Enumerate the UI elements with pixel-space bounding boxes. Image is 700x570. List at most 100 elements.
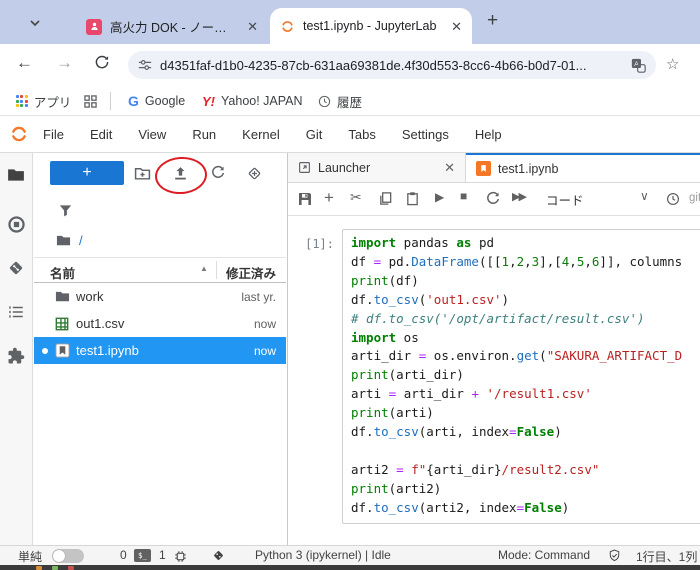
menu-help[interactable]: Help xyxy=(475,127,502,142)
folder-file-icon xyxy=(54,289,70,305)
tab-notebook[interactable]: test1.ipynb xyxy=(466,153,700,182)
code-cell[interactable]: import pandas as pd df = pd.DataFrame([[1… xyxy=(342,229,700,524)
menu-git[interactable]: Git xyxy=(306,127,323,142)
kernel-sessions-icon[interactable] xyxy=(174,550,187,563)
menu-kernel[interactable]: Kernel xyxy=(242,127,280,142)
menu-settings[interactable]: Settings xyxy=(402,127,449,142)
code-line: print(df) xyxy=(351,272,419,288)
menu-tabs[interactable]: Tabs xyxy=(348,127,375,142)
running-indicator-dot xyxy=(42,347,48,354)
trust-shield-icon[interactable] xyxy=(608,549,621,562)
browser-tab-jupyterlab[interactable]: test1.ipynb - JupyterLab ✕ xyxy=(270,8,472,44)
close-tab-icon[interactable]: ✕ xyxy=(444,160,455,176)
chevron-down-icon[interactable]: ∨ xyxy=(640,189,649,203)
file-name: test1.ipynb xyxy=(76,343,139,358)
new-folder-button[interactable] xyxy=(134,165,152,183)
address-bar[interactable]: d4351faf-d1b0-4235-87cb-631aa69381de.4f3… xyxy=(128,51,656,79)
new-launcher-button[interactable]: + xyxy=(50,161,124,185)
apps-grid-icon xyxy=(16,95,28,107)
bookmark-apps[interactable]: アプリ xyxy=(16,86,71,116)
git-sidebar-icon[interactable] xyxy=(7,259,27,279)
execution-history-icon[interactable] xyxy=(666,192,683,209)
git-status-icon[interactable] xyxy=(212,549,225,562)
running-sessions-icon[interactable] xyxy=(7,215,27,235)
menu-file[interactable]: File xyxy=(43,127,64,142)
bookmark-label: Google xyxy=(144,94,186,108)
launcher-icon xyxy=(299,162,310,173)
tab-search-chevron-icon[interactable] xyxy=(24,13,46,33)
clock-icon xyxy=(318,95,331,107)
git-status-label: git xyxy=(689,192,700,204)
code-editor[interactable]: import pandas as pd df = pd.DataFrame([[1… xyxy=(351,234,700,518)
status-bar: 単純 0 $_ 1 Python 3 (ipykernel) | Idle Mo… xyxy=(0,545,700,565)
file-name: work xyxy=(76,289,104,304)
git-clone-button[interactable] xyxy=(246,165,264,183)
tab-launcher[interactable]: Launcher ✕ xyxy=(288,153,466,182)
restart-run-all-icon[interactable]: ▶▶ xyxy=(512,190,527,203)
simple-mode-toggle[interactable] xyxy=(52,549,84,563)
bookmark-google[interactable]: G Google xyxy=(128,86,185,116)
run-cell-icon[interactable]: ▶ xyxy=(435,190,444,204)
kernel-status[interactable]: Python 3 (ipykernel) | Idle xyxy=(255,548,391,562)
bookmark-label: 履歴 xyxy=(337,95,363,110)
file-row-test1.ipynb[interactable]: test1.ipynb now xyxy=(34,337,286,364)
interrupt-kernel-icon[interactable]: ■ xyxy=(460,189,467,203)
jupyterlab-main: + / 名前 ▲ 修正済み work last yr. out1.csv now… xyxy=(0,153,700,545)
menu-view[interactable]: View xyxy=(138,127,166,142)
simple-mode-label: 単純 xyxy=(18,550,43,564)
menu-edit[interactable]: Edit xyxy=(90,127,112,142)
code-line: df.to_csv('out1.csv') xyxy=(351,291,510,307)
site-settings-icon[interactable] xyxy=(138,58,152,72)
code-line: import os xyxy=(351,329,419,345)
copy-cell-icon[interactable] xyxy=(378,191,395,208)
reload-button[interactable] xyxy=(94,54,110,70)
left-activity-bar xyxy=(0,153,33,545)
menu-run[interactable]: Run xyxy=(192,127,216,142)
dok-favicon xyxy=(86,18,102,35)
google-icon: G xyxy=(128,93,139,109)
add-cell-icon[interactable]: + xyxy=(324,188,334,208)
notebook-icon xyxy=(476,161,491,176)
home-folder-icon[interactable] xyxy=(56,233,71,248)
bookmark-history[interactable]: 履歴 xyxy=(318,86,362,116)
screenshot-root: 高火力 DOK - ノートブック ✕ test1.ipynb - Jupyter… xyxy=(0,0,700,570)
translate-icon[interactable]: A xyxy=(631,58,646,73)
file-modified: last yr. xyxy=(241,289,276,304)
notebook-mode[interactable]: Mode: Command xyxy=(498,548,590,562)
modified-column-header[interactable]: 修正済み xyxy=(226,263,276,282)
refresh-file-list-button[interactable] xyxy=(210,165,228,183)
file-browser-tab-icon[interactable] xyxy=(7,166,27,186)
grid-outline-icon xyxy=(84,94,97,108)
table-of-contents-icon[interactable] xyxy=(7,303,27,323)
bookmark-label: アプリ xyxy=(33,95,72,110)
forward-button[interactable]: → xyxy=(56,53,73,73)
restart-kernel-icon[interactable] xyxy=(485,191,502,208)
browser-tab-title: test1.ipynb - JupyterLab xyxy=(303,19,437,33)
cell-type-dropdown[interactable]: コード xyxy=(546,190,584,209)
breadcrumb-root[interactable]: / xyxy=(79,233,83,248)
name-column-header[interactable]: 名前 xyxy=(50,263,75,282)
terminal-icon[interactable]: $_ xyxy=(134,549,151,562)
extension-manager-icon[interactable] xyxy=(7,347,27,367)
close-tab-icon[interactable]: ✕ xyxy=(451,20,462,33)
bookmark-star-icon[interactable]: ☆ xyxy=(666,55,679,73)
cut-cell-icon[interactable]: ✂ xyxy=(350,189,362,206)
file-row-out1.csv[interactable]: out1.csv now xyxy=(34,310,286,337)
url-text: d4351faf-d1b0-4235-87cb-631aa69381de.4f3… xyxy=(160,57,587,73)
browser-toolbar: ← → d4351faf-d1b0-4235-87cb-631aa69381de… xyxy=(0,44,700,86)
new-tab-button[interactable]: + xyxy=(487,11,498,31)
save-icon[interactable] xyxy=(297,191,314,208)
cursor-position[interactable]: 1行目、1列 xyxy=(636,548,697,565)
close-tab-icon[interactable]: ✕ xyxy=(247,20,258,33)
back-button[interactable]: ← xyxy=(16,53,33,73)
bookmark-yahoo[interactable]: Y! Yahoo! JAPAN xyxy=(202,86,303,116)
browser-tabstrip: 高火力 DOK - ノートブック ✕ test1.ipynb - Jupyter… xyxy=(0,0,700,44)
filter-files-icon[interactable] xyxy=(58,203,73,218)
tab-label: Launcher xyxy=(318,160,371,175)
file-row-work[interactable]: work last yr. xyxy=(34,283,286,310)
code-line: import pandas as pd xyxy=(351,235,495,250)
browser-tab-dok[interactable]: 高火力 DOK - ノートブック ✕ xyxy=(76,9,268,44)
bookmark-folder-grid[interactable] xyxy=(84,86,97,116)
paste-cell-icon[interactable] xyxy=(405,191,422,208)
